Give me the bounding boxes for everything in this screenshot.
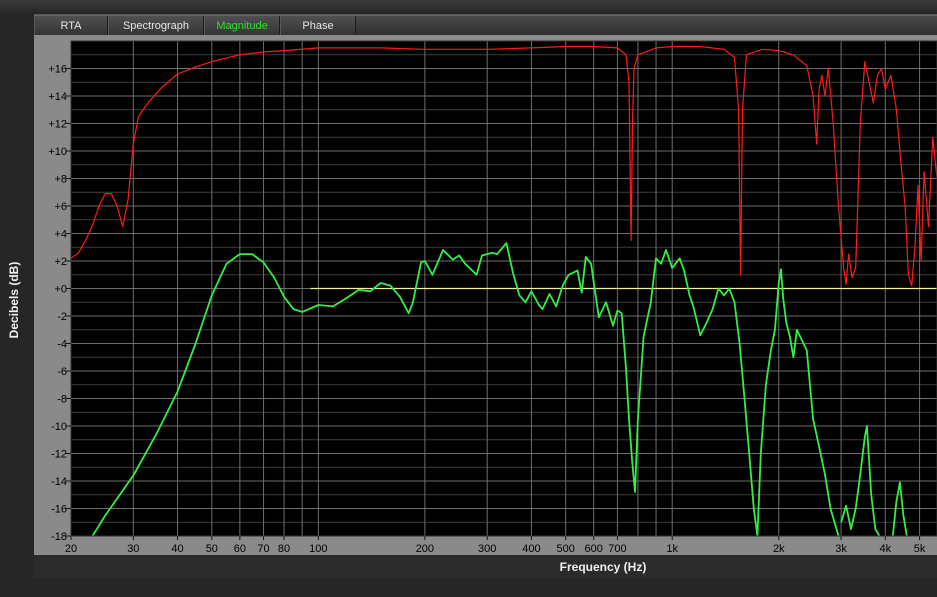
y-tick-label: -14 xyxy=(51,476,67,488)
x-tick-label: 60 xyxy=(234,543,246,555)
y-tick-label: +12 xyxy=(48,119,67,131)
x-tick-label: 700 xyxy=(608,543,626,555)
y-tick-label: +4 xyxy=(54,229,67,241)
y-tick-label: +2 xyxy=(54,256,67,268)
magnitude-chart: +16 +14 +12 +10 +8 +6 +4 +2 +0 -2 -4 -6 -8 -10 -12 -14 -… xyxy=(48,40,937,555)
x-tick-label: 400 xyxy=(522,543,540,555)
x-tick-label: 100 xyxy=(309,543,327,555)
x-tick-label: 50 xyxy=(206,543,218,555)
x-tick-label: 300 xyxy=(478,543,496,555)
y-tick-label: +10 xyxy=(48,146,67,158)
x-tick-label: 80 xyxy=(278,543,290,555)
y-tick-label: +16 xyxy=(48,64,67,76)
y-tick-label: -4 xyxy=(57,339,67,351)
y-tick-label: -2 xyxy=(57,311,67,323)
y-tick-label: +0 xyxy=(54,284,67,296)
y-tick-label: -16 xyxy=(51,504,67,516)
y-axis-label: Decibels (dB) xyxy=(7,261,21,339)
x-tick-label: 20 xyxy=(65,543,77,555)
x-tick-label: 500 xyxy=(557,543,575,555)
x-tick-label: 30 xyxy=(127,543,139,555)
x-tick-label: 70 xyxy=(257,543,269,555)
x-tick-label: 200 xyxy=(416,543,434,555)
x-axis-label: Frequency (Hz) xyxy=(559,560,647,574)
y-tick-label: -8 xyxy=(57,394,67,406)
y-tick-label: +14 xyxy=(48,91,67,103)
x-tick-label: 5k xyxy=(914,543,926,555)
x-tick-label: 3k xyxy=(835,543,847,555)
x-tick-label: 40 xyxy=(171,543,183,555)
y-tick-label: -10 xyxy=(51,421,67,433)
x-tick-label: 1k xyxy=(666,543,678,555)
y-tick-label: +6 xyxy=(54,201,67,213)
x-tick-label: 2k xyxy=(773,543,785,555)
x-tick-label: 600 xyxy=(585,543,603,555)
y-tick-label: -18 xyxy=(51,531,67,543)
y-tick-label: -6 xyxy=(57,366,67,378)
y-tick-label: -12 xyxy=(51,449,67,461)
x-tick-label: 4k xyxy=(879,543,891,555)
y-tick-label: +8 xyxy=(54,174,67,186)
